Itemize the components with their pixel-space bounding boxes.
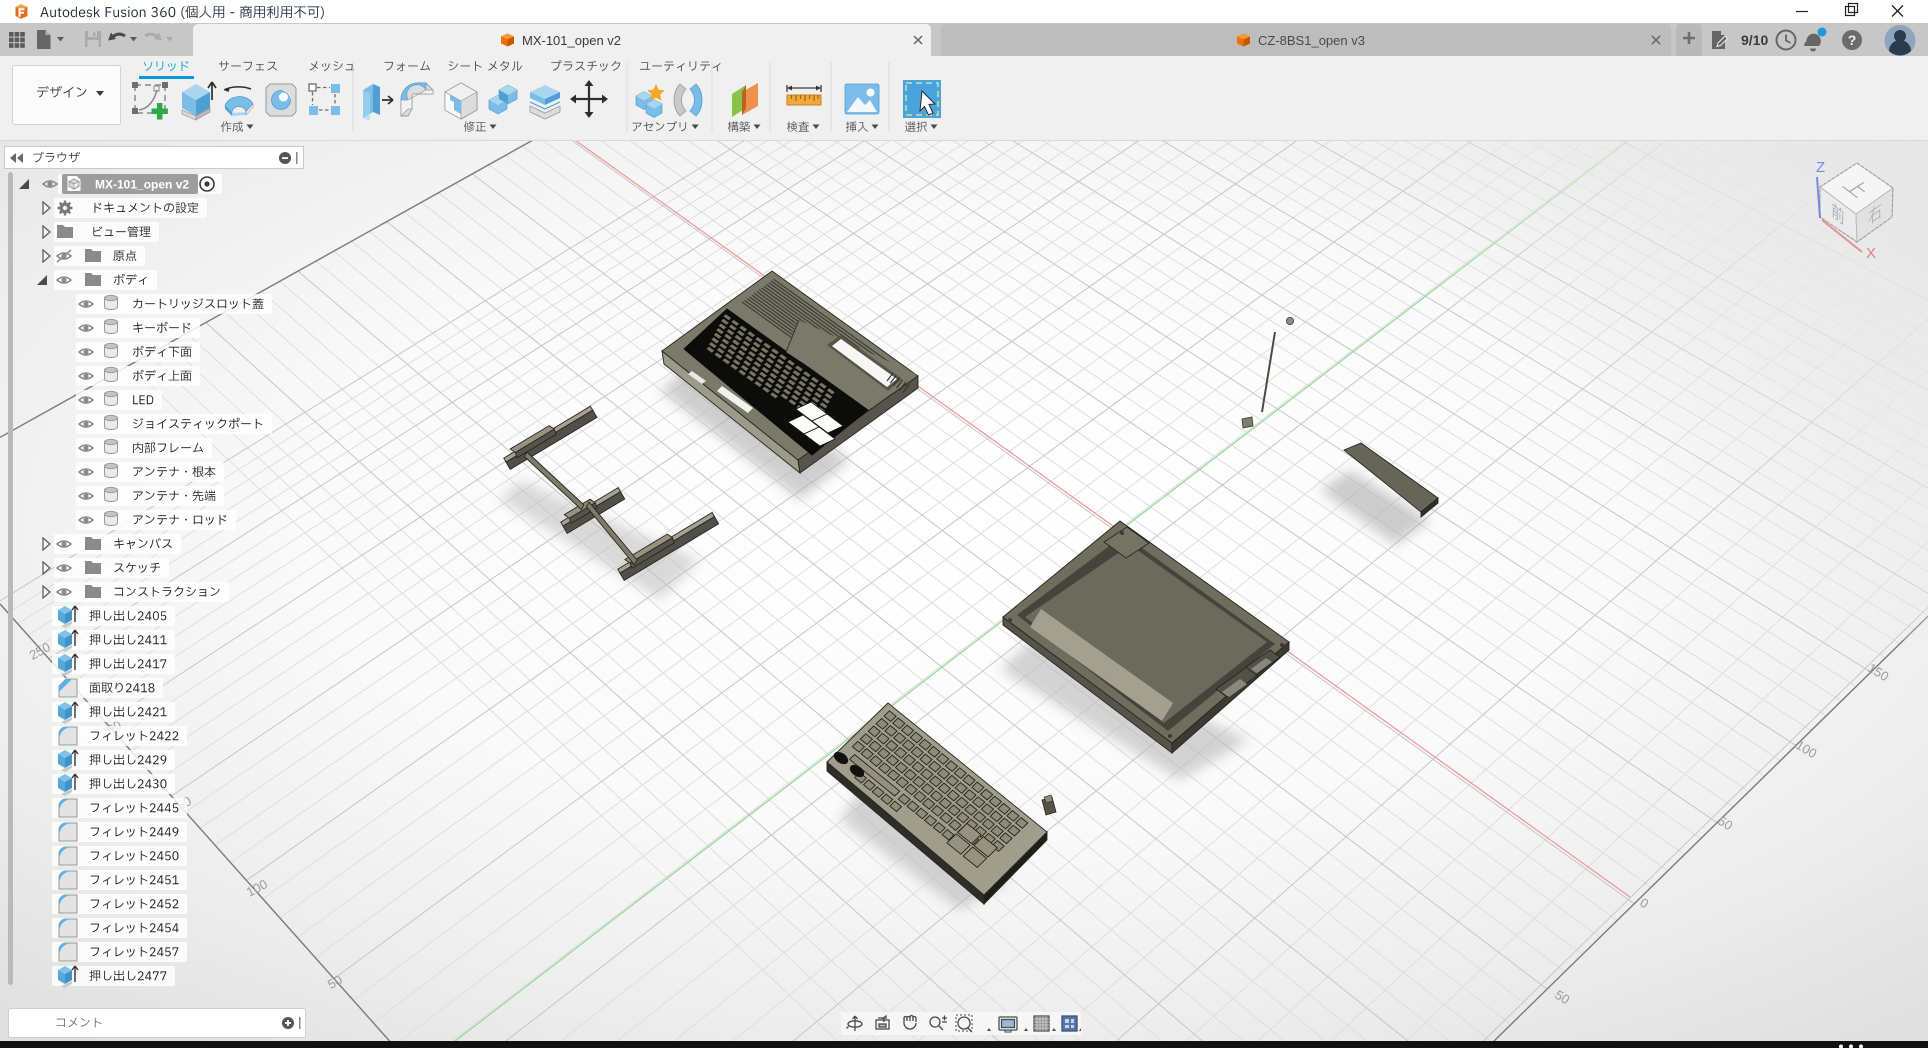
svg-text:MX-101_open v2: MX-101_open v2 [95,177,189,191]
svg-text:Z: Z [1816,159,1825,176]
svg-text:X: X [1866,245,1876,262]
svg-text:?: ? [1848,32,1857,48]
